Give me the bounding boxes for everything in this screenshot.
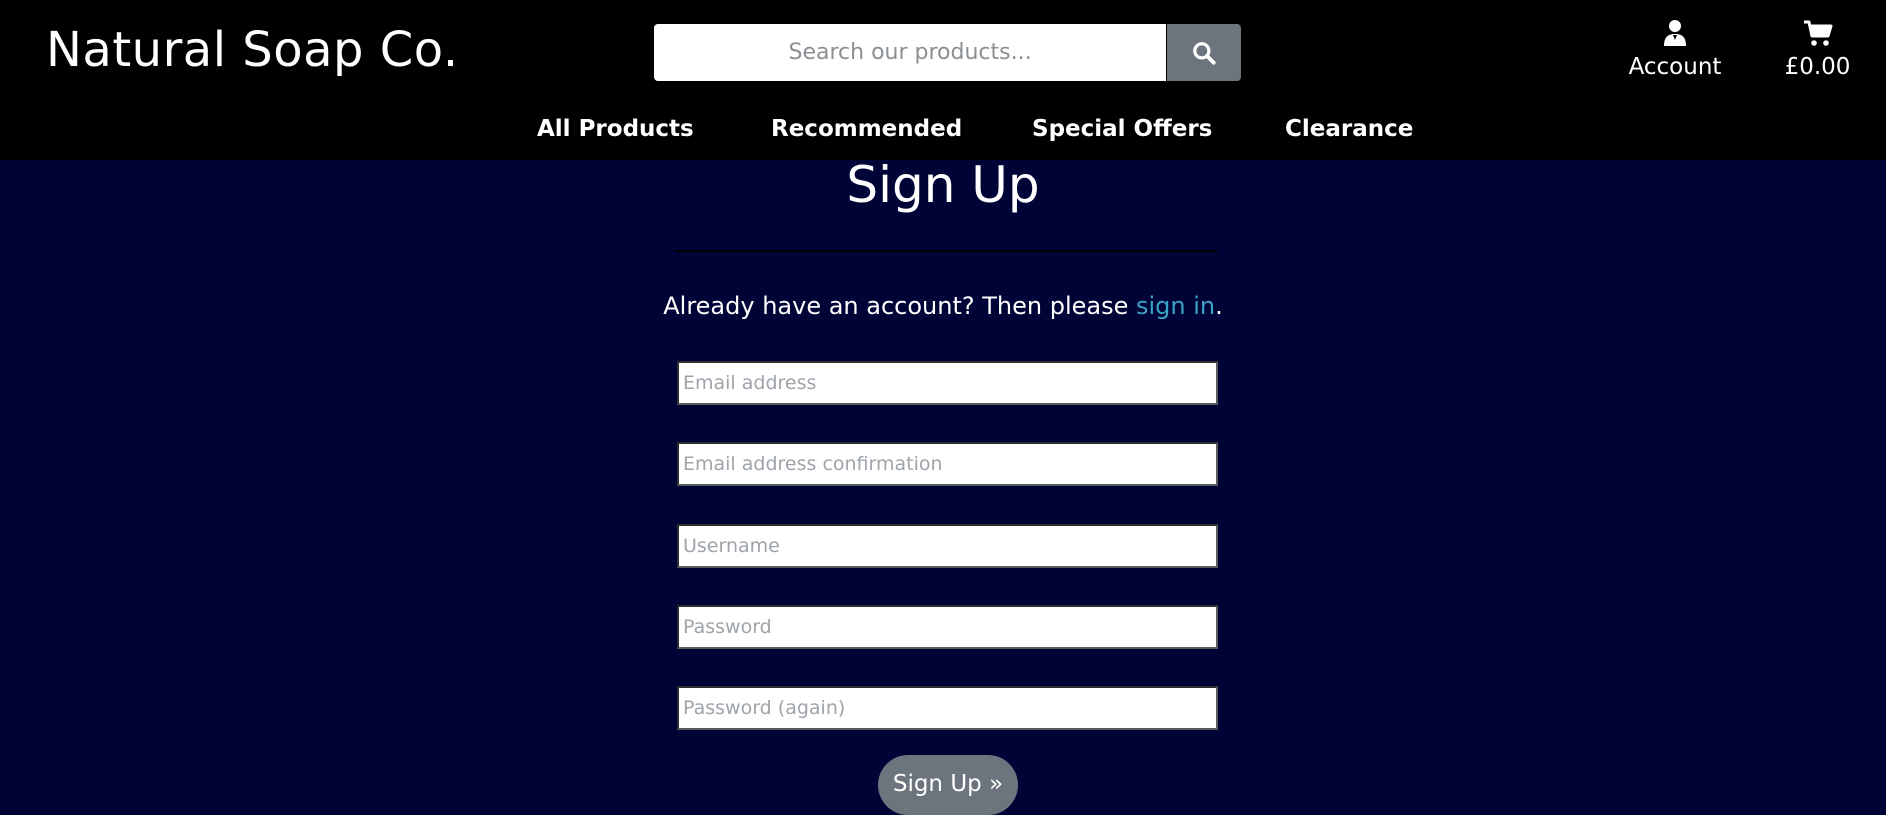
password-confirmation-field[interactable] [677, 686, 1218, 730]
nav-item-clearance[interactable]: Clearance [1285, 116, 1413, 142]
cart-link[interactable]: £0.00 [1770, 18, 1865, 80]
search-button[interactable] [1167, 24, 1241, 81]
page-title: Sign Up [846, 156, 1040, 214]
account-link[interactable]: Account [1620, 18, 1730, 80]
main-nav: All Products Recommended Special Offers … [0, 112, 1886, 152]
user-icon [1664, 20, 1686, 46]
title-divider [675, 250, 1218, 252]
username-field[interactable] [677, 524, 1218, 568]
account-label: Account [1628, 54, 1722, 80]
shopping-cart-icon [1803, 20, 1832, 46]
site-logo[interactable]: Natural Soap Co. [46, 22, 459, 78]
search-form [654, 24, 1241, 81]
signin-prompt: Already have an account? Then please sig… [0, 292, 1886, 320]
password-field[interactable] [677, 605, 1218, 649]
signin-link[interactable]: sign in [1136, 292, 1215, 320]
nav-item-all-products[interactable]: All Products [537, 116, 694, 142]
cart-total: £0.00 [1784, 54, 1851, 80]
nav-item-special-offers[interactable]: Special Offers [1032, 116, 1212, 142]
email-field[interactable] [677, 361, 1218, 405]
site-header: Natural Soap Co. Account £0.00 All Produ… [0, 0, 1886, 160]
nav-item-recommended[interactable]: Recommended [771, 116, 962, 142]
search-icon [1193, 41, 1216, 65]
signin-prompt-text: Already have an account? Then please [663, 292, 1136, 320]
search-input[interactable] [654, 24, 1167, 81]
email-confirmation-field[interactable] [677, 442, 1218, 486]
signin-prompt-suffix: . [1215, 292, 1223, 320]
sign-up-button[interactable]: Sign Up » [878, 755, 1018, 815]
